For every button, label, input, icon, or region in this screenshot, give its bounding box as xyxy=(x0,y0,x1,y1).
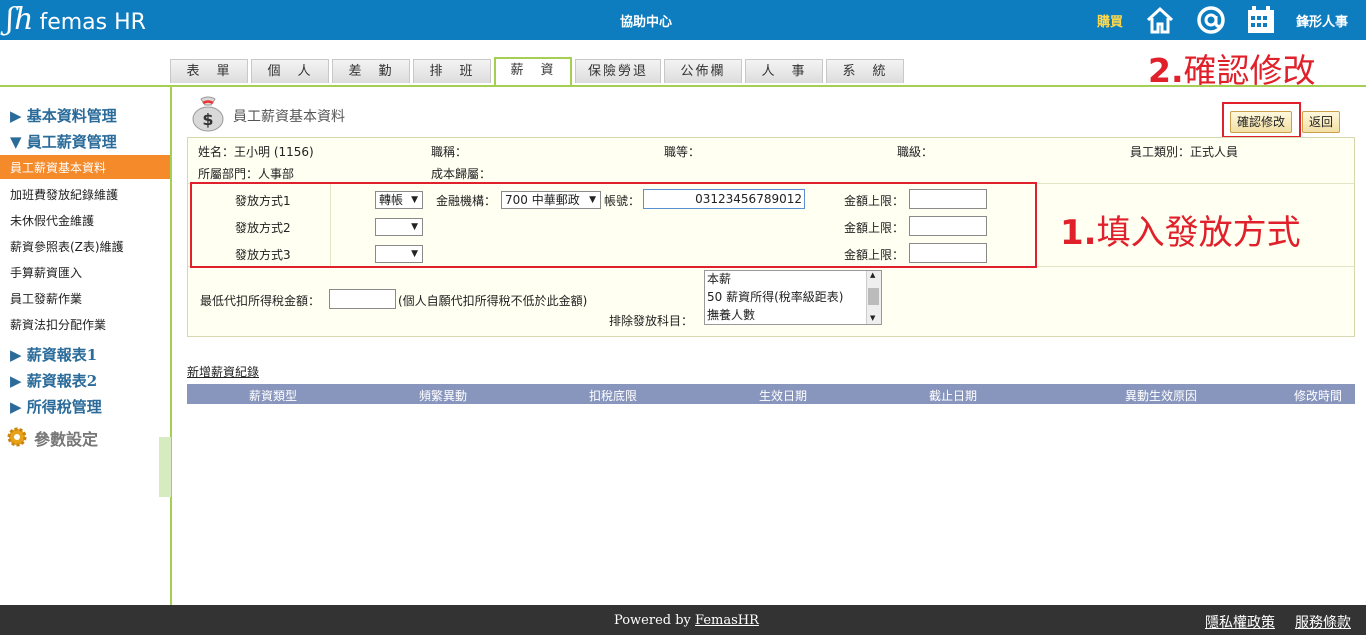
min-tax-input[interactable] xyxy=(329,289,396,309)
money-bag-icon: $ xyxy=(192,96,224,132)
sidebar: ▶ 基本資料管理 ▼ 員工薪資管理 員工薪資基本資料 加班費發放紀錄維護 未休假… xyxy=(0,87,172,605)
powered-by: Powered by FemasHR xyxy=(614,613,759,628)
min-tax-label: 最低代扣所得稅金額： xyxy=(200,294,321,308)
tab-bulletin[interactable]: 公佈欄 xyxy=(664,59,743,83)
sidebar-section-report2[interactable]: ▶ 薪資報表2 xyxy=(10,370,97,391)
sidebar-settings[interactable]: 參數設定 xyxy=(34,426,98,450)
buy-link[interactable]: 購買 xyxy=(1097,11,1123,30)
sidebar-section-report1[interactable]: ▶ 薪資報表1 xyxy=(10,344,97,365)
list-item[interactable]: 撫養人數 xyxy=(705,307,881,324)
min-tax-note: (個人自願代扣所得稅不低於此金額) xyxy=(398,294,588,308)
exclude-items-label: 排除發放科目： xyxy=(609,314,694,328)
tab-salary[interactable]: 薪 資 xyxy=(494,57,572,85)
tab-shift[interactable]: 排 班 xyxy=(413,59,491,83)
sidebar-item-leave-pay[interactable]: 未休假代金維護 xyxy=(10,212,94,229)
job-grade-label: 職等： xyxy=(664,145,701,159)
employee-name: 姓名：王小明 (1156) xyxy=(198,145,314,159)
company-user-label[interactable]: 鋒形人事 xyxy=(1296,11,1348,30)
tab-forms[interactable]: 表 單 xyxy=(170,59,248,83)
cost-center-label: 成本歸屬： xyxy=(431,167,492,181)
column-header[interactable]: 扣稅底限 xyxy=(589,387,637,404)
logo-mark-icon: ʃh xyxy=(6,1,34,37)
add-salary-record-link[interactable]: 新增薪資紀錄 xyxy=(187,363,259,380)
calendar-icon[interactable] xyxy=(1245,4,1277,36)
sidebar-item-salary-basic[interactable]: 員工薪資基本資料 xyxy=(0,155,170,179)
femas-logo[interactable]: ʃh femas HR xyxy=(6,4,146,35)
tab-system[interactable]: 系 統 xyxy=(826,59,905,83)
sidebar-item-payroll[interactable]: 員工發薪作業 xyxy=(10,290,82,307)
sidebar-section-salary[interactable]: ▼ 員工薪資管理 xyxy=(10,131,117,152)
terms-of-service-link[interactable]: 服務條款 xyxy=(1295,612,1351,632)
sidebar-item-overtime[interactable]: 加班費發放紀錄維護 xyxy=(10,186,118,203)
main-tabs: 表 單 個 人 差 勤 排 班 薪 資 保險勞退 公佈欄 人 事 系 統 xyxy=(170,57,905,85)
sidebar-item-manual-import[interactable]: 手算薪資匯入 xyxy=(10,264,82,281)
job-level-label: 職級： xyxy=(897,145,934,159)
sidebar-section-basic[interactable]: ▶ 基本資料管理 xyxy=(10,105,117,126)
column-header[interactable]: 薪資類型 xyxy=(249,387,297,404)
sidebar-item-deduction[interactable]: 薪資法扣分配作業 xyxy=(10,316,106,333)
brand-name: femas HR xyxy=(39,10,146,35)
listbox-scrollbar[interactable]: ▲ ▼ xyxy=(866,271,881,324)
column-header[interactable]: 異動生效原因 xyxy=(1125,387,1197,404)
sidebar-collapse-handle[interactable] xyxy=(159,437,171,497)
top-bar: ʃh femas HR 協助中心 購買 鋒形人事 xyxy=(0,0,1366,40)
gear-icon xyxy=(7,427,27,447)
tab-personal[interactable]: 個 人 xyxy=(251,59,329,83)
department: 所屬部門：人事部 xyxy=(198,167,295,181)
job-title-label: 職稱： xyxy=(431,145,468,159)
svg-text:$: $ xyxy=(202,110,213,129)
exclude-items-listbox[interactable]: 本薪 50 薪資所得(稅率級距表) 撫養人數 ▲ ▼ xyxy=(704,270,882,325)
column-header[interactable]: 修改時間 xyxy=(1294,387,1342,404)
at-mail-icon[interactable] xyxy=(1195,4,1227,36)
column-header[interactable]: 截止日期 xyxy=(929,387,977,404)
back-button[interactable]: 返回 xyxy=(1302,111,1341,133)
column-header[interactable]: 生效日期 xyxy=(759,387,807,404)
annotation-payment-box xyxy=(190,182,1037,268)
help-center-link[interactable]: 協助中心 xyxy=(620,11,672,30)
home-icon[interactable] xyxy=(1144,4,1176,36)
list-item[interactable]: 本薪 xyxy=(705,271,881,289)
annotation-confirm-box xyxy=(1222,102,1301,138)
tab-underline xyxy=(0,85,1366,87)
tab-hr[interactable]: 人 事 xyxy=(745,59,824,83)
list-item[interactable]: 50 薪資所得(稅率級距表) xyxy=(705,289,881,307)
records-table-header: 薪資類型 頻繁異動 扣稅底限 生效日期 截止日期 異動生效原因 修改時間 xyxy=(187,384,1355,404)
column-header[interactable]: 頻繁異動 xyxy=(419,387,467,404)
employee-type: 員工類別：正式人員 xyxy=(1130,145,1239,159)
annotation-step1: 1.填入發放方式 xyxy=(1060,213,1301,253)
tab-attendance[interactable]: 差 勤 xyxy=(332,59,410,83)
femashr-link[interactable]: FemasHR xyxy=(695,613,759,628)
sidebar-item-z-table[interactable]: 薪資參照表(Z表)維護 xyxy=(10,238,124,255)
page-title: 員工薪資基本資料 xyxy=(233,109,345,125)
sidebar-section-income-tax[interactable]: ▶ 所得稅管理 xyxy=(10,396,102,417)
footer: Powered by FemasHR 隱私權政策 服務條款 xyxy=(0,605,1366,635)
privacy-policy-link[interactable]: 隱私權政策 xyxy=(1205,612,1275,632)
tab-insurance[interactable]: 保險勞退 xyxy=(575,59,662,83)
